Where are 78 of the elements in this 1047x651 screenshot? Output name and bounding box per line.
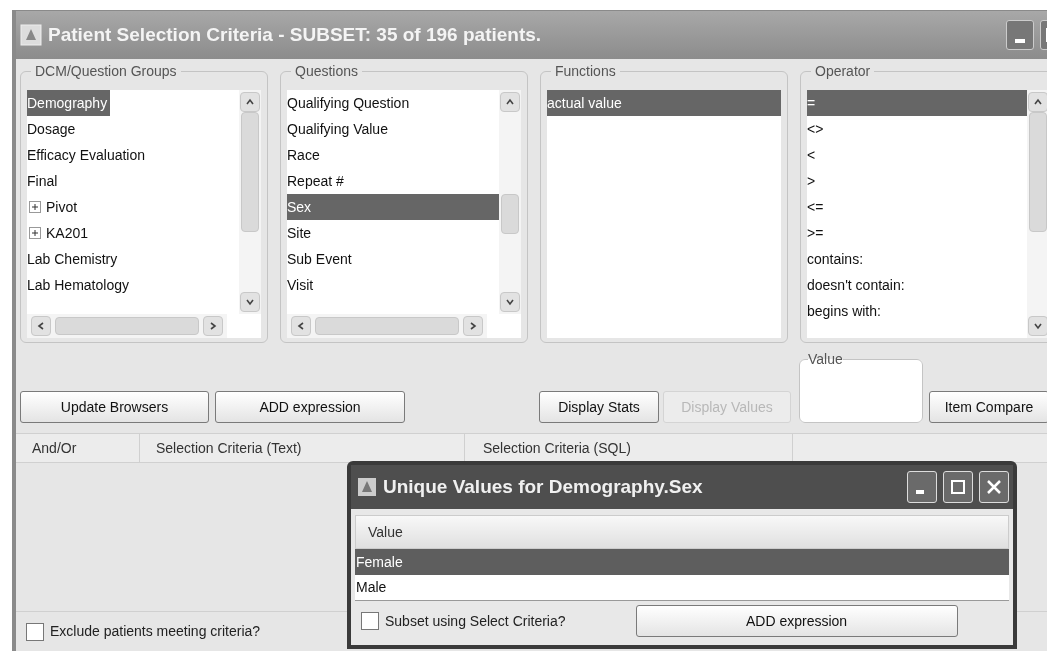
list-item[interactable]: Lab Chemistry [27,246,121,272]
scroll-up-icon[interactable] [500,92,520,112]
horizontal-scrollbar[interactable] [287,314,487,338]
list-item[interactable]: <= [807,194,827,220]
maximize-icon [951,480,965,494]
value-box-title: Value [808,350,843,369]
action-button[interactable]: ADD expression [215,391,405,423]
dialog-title: Unique Values for Demography.Sex [383,474,704,499]
list-item[interactable]: >= [807,220,827,246]
list-item[interactable]: Pivot [46,194,81,220]
scrollbar-thumb[interactable] [1029,112,1047,232]
action-button[interactable]: Display Stats [539,391,659,423]
list-item[interactable]: < [807,142,819,168]
scrollbar-thumb[interactable] [501,194,519,234]
list-item[interactable]: Sex [287,194,499,220]
list-item[interactable]: Qualifying Question [287,90,413,116]
vertical-scrollbar[interactable] [239,90,261,314]
scrollbar-thumb[interactable] [55,317,199,335]
list-item[interactable]: Repeat # [287,168,347,194]
scrollbar-thumb[interactable] [241,112,259,232]
action-button[interactable]: Update Browsers [20,391,209,423]
scrollbar-thumb[interactable] [315,317,459,335]
panel-title: Questions [294,62,360,81]
list-item[interactable]: > [807,168,819,194]
minimize-icon [916,490,924,494]
app-icon [20,24,42,46]
scroll-left-icon[interactable] [291,316,311,336]
scroll-up-icon[interactable] [1028,92,1047,112]
minimize-icon [1015,39,1025,43]
panel-title: Operator [814,62,872,81]
checkbox-label: Exclude patients meeting criteria? [50,622,261,641]
panel-title: DCM/Question Groups [34,62,178,81]
app-icon [357,477,377,497]
expand-icon[interactable] [29,227,41,239]
subset-checkbox[interactable] [361,612,379,630]
exclude-checkbox[interactable] [26,622,44,641]
list-item[interactable]: actual value [547,90,781,116]
scroll-down-icon[interactable] [1028,316,1047,336]
list-item[interactable]: Qualifying Value [287,116,391,142]
scroll-down-icon[interactable] [500,292,520,312]
item-compare-button[interactable]: Item Compare [929,391,1047,423]
scroll-right-icon[interactable] [463,316,483,336]
minimize-button[interactable] [1006,20,1034,50]
list-item[interactable]: Site [287,220,315,246]
list-item[interactable]: Final [27,168,61,194]
list-item[interactable]: Efficacy Evaluation [27,142,149,168]
window-title: Patient Selection Criteria - SUBSET: 35 of 196 patients. [48,22,543,47]
list-item[interactable]: Demography [27,90,111,116]
expand-icon[interactable] [29,201,41,213]
add-expression-button[interactable]: ADD expression [635,605,958,637]
list-item[interactable]: Sub Event [287,246,355,272]
vertical-scrollbar[interactable] [1027,90,1047,338]
close-button[interactable] [979,471,1009,503]
horizontal-scrollbar[interactable] [27,314,227,338]
list-item[interactable]: begins with: [807,298,884,324]
list-item[interactable]: doesn't contain: [807,272,908,298]
column-header[interactable]: And/Or [16,434,140,462]
list-item[interactable]: <> [807,116,827,142]
list-item[interactable]: Dosage [27,116,79,142]
value-row[interactable]: Female [355,549,1009,575]
list-item[interactable]: Race [287,142,323,168]
maximize-button[interactable] [943,471,973,503]
scroll-up-icon[interactable] [240,92,260,112]
list-item[interactable]: Lab Hematology [27,272,132,298]
list-item[interactable]: Visit [287,272,317,298]
list-item[interactable]: contains: [807,246,867,272]
scroll-down-icon[interactable] [240,292,260,312]
scroll-left-icon[interactable] [31,316,51,336]
list-item[interactable]: KA201 [46,220,92,246]
column-header[interactable]: Value [355,515,1009,549]
vertical-scrollbar[interactable] [499,90,521,314]
minimize-button[interactable] [907,471,937,503]
close-icon [987,480,1001,494]
scroll-right-icon[interactable] [203,316,223,336]
panel-title: Functions [554,62,617,81]
value-row[interactable]: Male [355,575,1009,601]
list-item[interactable]: = [807,90,1027,116]
checkbox-label: Subset using Select Criteria? [385,611,566,631]
